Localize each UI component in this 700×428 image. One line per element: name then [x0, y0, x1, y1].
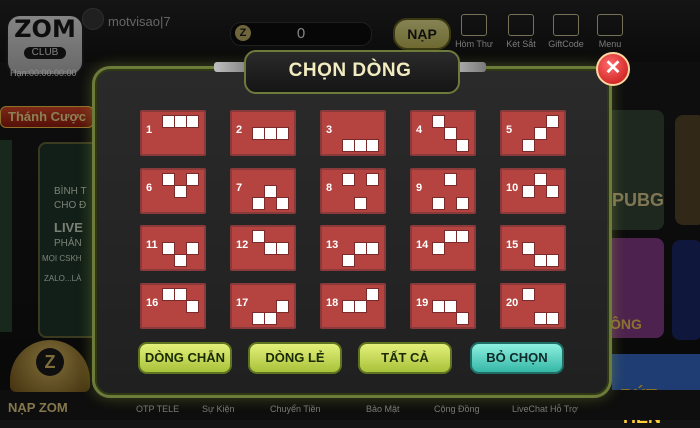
line-cell-8[interactable]: 8 [320, 168, 386, 214]
line-number: 1 [146, 124, 153, 136]
deselect-button[interactable]: BỎ CHỌN [470, 342, 564, 374]
line-cell-9[interactable]: 9 [410, 168, 476, 214]
line-cell-12[interactable]: 12 [230, 225, 296, 271]
line-square [534, 127, 547, 140]
line-number: 11 [146, 239, 158, 251]
line-square [186, 242, 199, 255]
line-number: 4 [416, 124, 423, 136]
line-cell-20[interactable]: 20 [500, 283, 566, 329]
line-square [456, 197, 469, 210]
line-cell-5[interactable]: 5 [500, 110, 566, 156]
line-square [342, 173, 355, 186]
line-square [276, 300, 289, 313]
line-number: 17 [236, 297, 249, 309]
line-cell-4[interactable]: 4 [410, 110, 476, 156]
close-button[interactable]: ✕ [596, 52, 630, 86]
line-cell-2[interactable]: 2 [230, 110, 296, 156]
line-number: 3 [326, 124, 333, 136]
line-square [456, 230, 469, 243]
line-square [276, 242, 289, 255]
line-square [432, 242, 445, 255]
line-square [264, 312, 277, 325]
line-cell-16[interactable]: 16 [140, 283, 206, 329]
line-square [546, 312, 559, 325]
line-number: 18 [326, 297, 339, 309]
line-number: 8 [326, 182, 333, 194]
line-square [366, 242, 379, 255]
line-square [366, 139, 379, 152]
line-square [186, 300, 199, 313]
line-number: 13 [326, 239, 339, 251]
line-number: 19 [416, 297, 429, 309]
line-number: 6 [146, 182, 153, 194]
line-cell-18[interactable]: 18 [320, 283, 386, 329]
select-all-button[interactable]: TẤT CẢ [358, 342, 452, 374]
line-square [456, 139, 469, 152]
line-cell-3[interactable]: 3 [320, 110, 386, 156]
line-square [174, 185, 187, 198]
line-number: 14 [416, 239, 429, 251]
line-square [354, 197, 367, 210]
line-number: 15 [506, 239, 519, 251]
line-square [366, 173, 379, 186]
line-square [522, 185, 535, 198]
line-cell-7[interactable]: 7 [230, 168, 296, 214]
line-cell-11[interactable]: 11 [140, 225, 206, 271]
line-square [276, 127, 289, 140]
line-number: 2 [236, 124, 243, 136]
line-cell-6[interactable]: 6 [140, 168, 206, 214]
line-number: 10 [506, 182, 519, 194]
dialog-title: CHỌN DÒNG [288, 60, 412, 81]
line-number: 7 [236, 182, 243, 194]
line-cell-19[interactable]: 19 [410, 283, 476, 329]
line-number: 20 [506, 297, 519, 309]
line-number: 12 [236, 239, 249, 251]
line-square [546, 185, 559, 198]
line-cell-15[interactable]: 15 [500, 225, 566, 271]
line-square [546, 254, 559, 267]
line-number: 16 [146, 297, 159, 309]
line-cell-10[interactable]: 10 [500, 168, 566, 214]
line-square [342, 254, 355, 267]
line-number: 5 [506, 124, 513, 136]
line-square [174, 254, 187, 267]
line-square [186, 173, 199, 186]
line-square [276, 197, 289, 210]
line-square [366, 288, 379, 301]
line-square [444, 173, 457, 186]
line-cell-14[interactable]: 14 [410, 225, 476, 271]
line-square [456, 312, 469, 325]
line-square [522, 139, 535, 152]
odd-lines-button[interactable]: DÒNG LẺ [248, 342, 342, 374]
line-square [252, 197, 265, 210]
line-square [186, 115, 199, 128]
line-cell-1[interactable]: 1 [140, 110, 206, 156]
line-cell-17[interactable]: 17 [230, 283, 296, 329]
even-lines-button[interactable]: DÒNG CHẴN [138, 342, 232, 374]
line-square [354, 300, 367, 313]
line-cell-13[interactable]: 13 [320, 225, 386, 271]
line-square [432, 197, 445, 210]
line-square [522, 288, 535, 301]
line-number: 9 [416, 182, 423, 194]
line-square [546, 115, 559, 128]
